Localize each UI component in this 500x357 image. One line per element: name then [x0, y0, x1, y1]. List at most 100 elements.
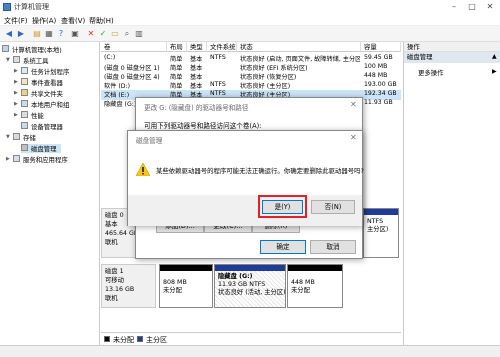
menu-bar: 文件(F) 操作(A) 查看(V) 帮助(H) [0, 14, 500, 26]
primary-partition-bar [215, 265, 285, 271]
volume-layout: 简单 [170, 65, 183, 72]
collapse-arrow-icon[interactable]: ▲ [492, 53, 497, 60]
computer-icon [2, 45, 9, 52]
disk-icon[interactable]: ▥ [134, 29, 144, 39]
volume-name[interactable]: (C:) [104, 54, 115, 61]
help-icon[interactable]: ? [56, 29, 66, 39]
expand-arrow-icon[interactable]: ▶ [14, 90, 18, 96]
close-icon[interactable]: ✕ [350, 133, 357, 142]
collapse-arrow-icon[interactable]: ▼ [6, 57, 10, 63]
folder-icon [21, 89, 28, 96]
column-header-capacity[interactable]: 容量 [361, 42, 401, 52]
disk-1-unallocated-1[interactable]: 808 MB 未分配 [159, 264, 213, 308]
volume-type: 基本 [190, 74, 203, 81]
services-icon [13, 155, 20, 162]
tree-item-storage[interactable]: ▼ 存储 [6, 133, 36, 142]
column-header-status[interactable]: 状态 [237, 42, 361, 52]
disk-size: 13.16 GB [105, 286, 135, 293]
partition-info: 未分配 [291, 287, 310, 294]
forward-arrow-icon[interactable]: ▶ [16, 29, 26, 39]
dialog-description: 可用下列驱动器号和路径访问这个卷(A): [144, 122, 262, 130]
volume-capacity: 192.34 GB [364, 90, 397, 97]
column-header-filesystem[interactable]: 文件系统 [207, 42, 237, 52]
ok-button[interactable]: 确定 [260, 240, 306, 254]
primary-partition-bar [364, 209, 398, 215]
primary-swatch [137, 336, 143, 342]
console-icon[interactable]: ▣ [70, 29, 80, 39]
volume-name[interactable]: 软件 (D:) [104, 81, 130, 90]
volume-type: 基本 [190, 65, 203, 72]
tree-item-services-apps[interactable]: ▶ 服务和应用程序 [6, 155, 68, 164]
minimize-button[interactable]: – [446, 1, 462, 13]
tree-item-shared-folders[interactable]: ▶ 共享文件夹 [14, 89, 63, 98]
column-header-layout[interactable]: 布局 [167, 42, 187, 52]
volume-name[interactable]: (磁盘 0 磁盘分区 1) [104, 63, 160, 72]
folder-icon[interactable]: ▭ [110, 29, 120, 39]
close-icon[interactable]: ✕ [350, 100, 357, 109]
expand-arrow-icon[interactable]: ▶ [492, 68, 497, 75]
volume-capacity: 448 MB [364, 72, 388, 79]
menu-file[interactable]: 文件(F) [4, 16, 28, 26]
tree-item-local-users[interactable]: ▶ 本地用户和组 [14, 100, 69, 109]
actions-section-disk-management[interactable]: 磁盘管理 [404, 52, 500, 63]
chart-icon [21, 111, 28, 118]
disk-0-partition[interactable]: NTFS 主分区) [363, 208, 399, 258]
more-actions-link[interactable]: 更多操作 [418, 68, 444, 77]
disk-1-label[interactable]: 磁盘 1 可移动 13.16 GB 联机 [101, 264, 156, 308]
partition-title: 隐藏盘 (G:) [218, 273, 253, 280]
partition-size: 808 MB [163, 279, 187, 286]
tree-item-computer-management[interactable]: 计算机管理(本地) [2, 45, 62, 54]
volume-capacity: 11.93 GB [364, 99, 393, 106]
no-button[interactable]: 否(N) [311, 200, 355, 214]
menu-action[interactable]: 操作(A) [32, 16, 56, 26]
legend-primary: 主分区 [146, 336, 167, 344]
disk-name: 磁盘 1 [105, 268, 124, 275]
partition-info: 主分区) [367, 226, 389, 233]
properties-icon[interactable]: ▦ [44, 29, 54, 39]
legend-unallocated: 未分配 [113, 336, 134, 344]
check-icon[interactable]: ✓ [98, 29, 108, 39]
tree-item-disk-management[interactable]: 磁盘管理 [21, 144, 61, 153]
expand-arrow-icon[interactable]: ▶ [14, 79, 18, 85]
toolbar: ◀ ▶ ▤ ▦ ? ▣ ✕ ✓ ▭ ⌕ ▥ [0, 26, 500, 42]
legend: 未分配 主分区 [101, 332, 401, 344]
delete-icon[interactable]: ✕ [86, 29, 96, 39]
up-folder-icon[interactable]: ▤ [32, 29, 42, 39]
close-button[interactable]: ✕ [482, 1, 498, 13]
clock-icon [21, 67, 28, 74]
tree-item-performance[interactable]: ▶ 性能 [14, 111, 44, 120]
expand-arrow-icon[interactable]: ▶ [14, 68, 18, 74]
expand-arrow-icon[interactable]: ▶ [14, 101, 18, 107]
dialog-title: 更改 G: (隐藏盘) 的驱动器号和路径 [144, 104, 249, 112]
disk-1-unallocated-2[interactable]: 448 MB 未分配 [287, 264, 343, 308]
maximize-button[interactable]: □ [464, 1, 480, 13]
tree-item-task-scheduler[interactable]: ▶ 任务计划程序 [14, 67, 69, 76]
volume-capacity: 59.45 GB [364, 54, 393, 61]
volume-type: 基本 [190, 83, 203, 90]
yes-button[interactable]: 是(Y) [262, 200, 303, 214]
expand-arrow-icon[interactable]: ▶ [6, 156, 10, 162]
tree-item-system-tools[interactable]: ▼ 系统工具 [6, 56, 49, 65]
back-arrow-icon[interactable]: ◀ [4, 29, 14, 39]
volume-layout: 简单 [170, 83, 183, 90]
volume-name[interactable]: 隐藏盘 (G:) [104, 99, 136, 108]
column-header-type[interactable]: 类型 [187, 42, 207, 52]
volume-name[interactable]: 文档 (E:) [104, 90, 129, 99]
tree-item-event-viewer[interactable]: ▶ 事件查看器 [14, 78, 63, 87]
cancel-button[interactable]: 取消 [310, 240, 356, 254]
confirm-message: 某些依赖驱动器号的程序可能无法正确运行。你确定要删除此驱动器号吗? [156, 167, 364, 175]
disk-icon [21, 144, 28, 151]
volume-capacity: 100 MB [364, 63, 388, 70]
tree-item-device-manager[interactable]: 设备管理器 [21, 122, 63, 131]
menu-help[interactable]: 帮助(H) [89, 16, 114, 26]
tools-icon [13, 56, 20, 63]
search-icon[interactable]: ⌕ [122, 29, 132, 39]
collapse-arrow-icon[interactable]: ▼ [6, 134, 10, 140]
volume-name[interactable]: (磁盘 0 磁盘分区 4) [104, 72, 160, 81]
disk-1-partition-hidden[interactable]: 隐藏盘 (G:) 11.93 GB NTFS 状态良好 (活动, 主分区) [214, 264, 286, 308]
expand-arrow-icon[interactable]: ▶ [14, 112, 18, 118]
volume-fs: NTFS [210, 81, 226, 88]
column-header-volume[interactable]: 卷 [101, 42, 167, 52]
window-title: 计算机管理 [14, 3, 49, 11]
menu-view[interactable]: 查看(V) [61, 16, 85, 26]
